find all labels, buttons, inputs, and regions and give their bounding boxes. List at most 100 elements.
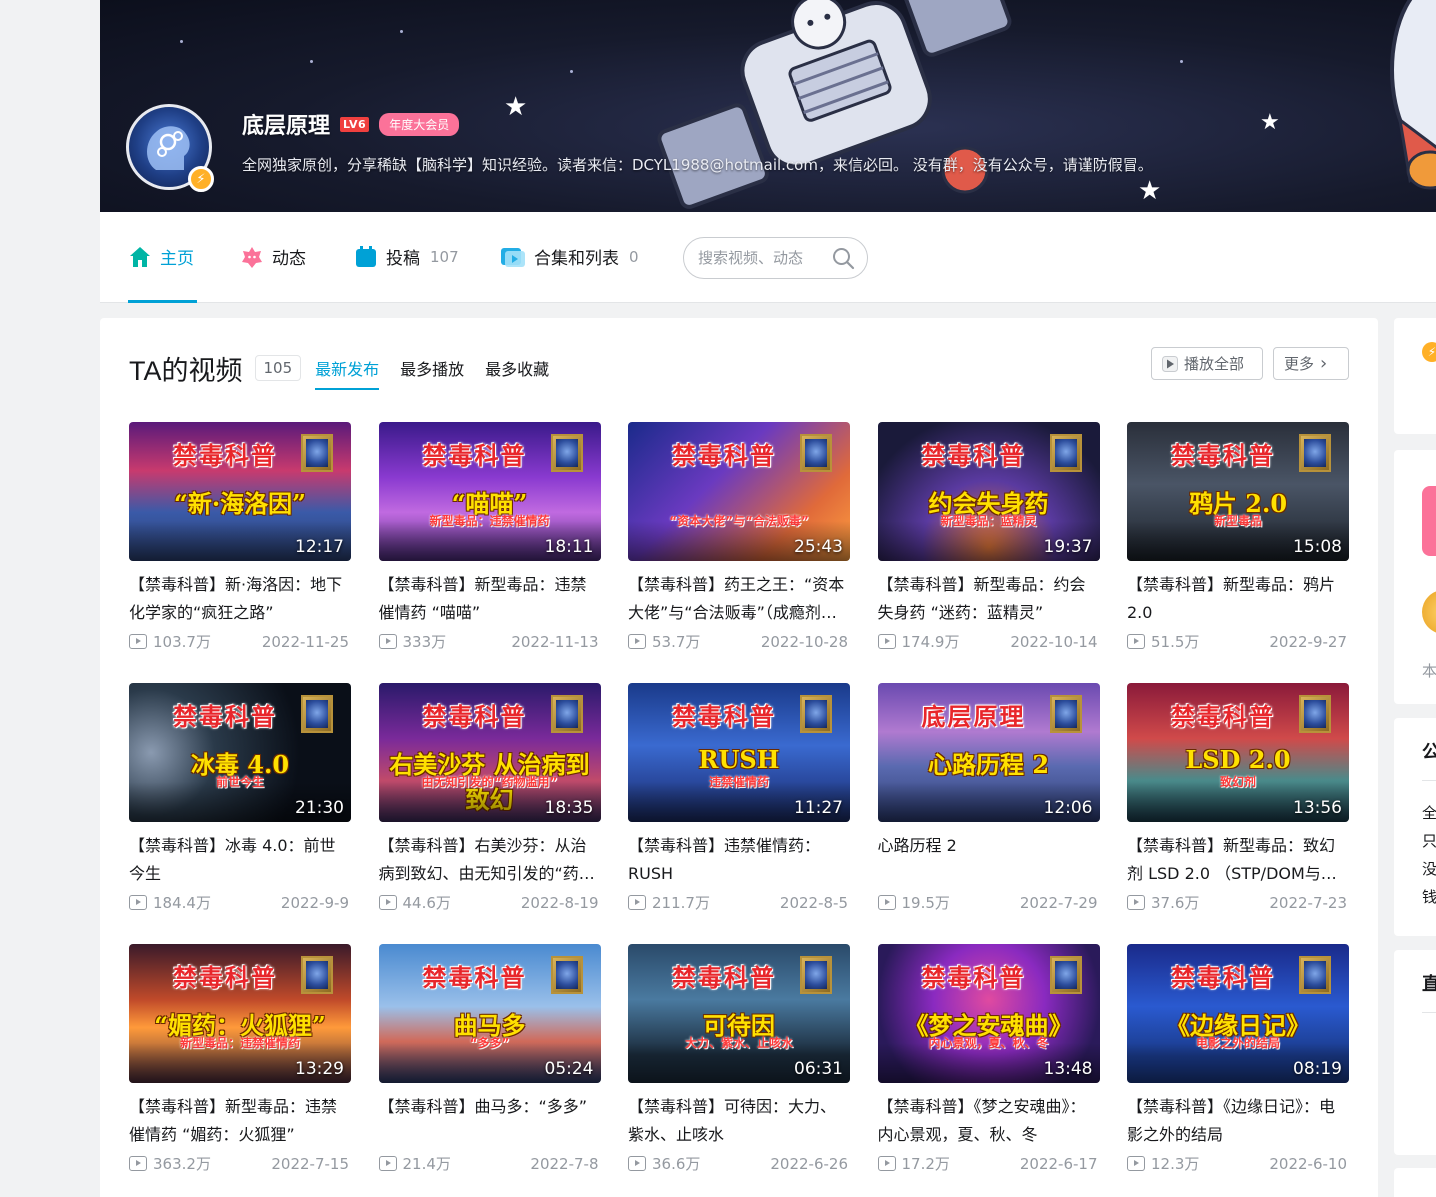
video-thumbnail[interactable]: 禁毒科普“喵喵”新型毒品：违禁催情药18:11 [378, 422, 601, 561]
video-thumbnail[interactable]: 禁毒科普 “新·海洛因” 12:17 [129, 422, 351, 561]
video-card[interactable]: 禁毒科普右美沙芬 从治病到致幻由无知引发的“药物滥用”18:35 【禁毒科普】右美… [378, 683, 601, 944]
level-badge: LV6 [340, 116, 370, 132]
thumbnail-tag: 禁毒科普 [672, 441, 776, 470]
video-thumbnail[interactable]: 禁毒科普曲马多“多多”05:24 [378, 944, 601, 1083]
play-count-icon [378, 895, 397, 910]
video-thumbnail[interactable]: 禁毒科普右美沙芬 从治病到致幻由无知引发的“药物滥用”18:35 [378, 683, 601, 822]
play-count: 211.7万 [652, 894, 710, 912]
search-input[interactable] [698, 249, 828, 267]
video-thumbnail[interactable]: 禁毒科普鸦片 2.0新型毒品15:08 [1127, 422, 1349, 561]
video-title[interactable]: 【禁毒科普】冰毒 4.0：前世今生 [129, 832, 351, 888]
video-title[interactable]: 心路历程 2 [878, 832, 1100, 888]
banner-illustration [657, 0, 1012, 209]
tab-dynamic[interactable]: 动态 [240, 244, 306, 269]
video-title[interactable]: 【禁毒科普】药王之王：“资本大佬”与“合法贩毒”（成瘾剂量：奥施康定） [628, 571, 850, 627]
username[interactable]: 底层原理 [242, 108, 330, 140]
video-title[interactable]: 【禁毒科普】《边缘日记》：电影之外的结局 [1127, 1093, 1349, 1149]
thumbnail-tag: 禁毒科普 [921, 963, 1026, 992]
video-title[interactable]: 【禁毒科普】可待因：大力、紫水、止咳水 [628, 1093, 850, 1149]
play-count: 53.7万 [652, 633, 701, 651]
video-duration: 25:43 [794, 537, 843, 557]
portrait-frame-icon [800, 434, 832, 472]
search-icon[interactable] [831, 246, 855, 270]
video-title[interactable]: 【禁毒科普】新型毒品：致幻剂 LSD 2.0 （STP/DOM与嬉皮士运动） [1127, 832, 1349, 888]
play-count-icon [129, 634, 147, 649]
video-title[interactable]: 【禁毒科普】《梦之安魂曲》：内心景观，夏、秋、冬 [878, 1093, 1100, 1149]
video-thumbnail[interactable]: 禁毒科普可待因大力、紫水、止咳水06:31 [628, 944, 850, 1083]
publish-date: 2022-8-5 [779, 893, 848, 912]
user-bio: 全网独家原创，分享稀缺【脑科学】知识经验。读者来信：DCYL1988@hotma… [242, 156, 1153, 174]
video-thumbnail[interactable]: 底层原理 心路历程 2 12:06 [877, 683, 1100, 822]
video-card[interactable]: 禁毒科普“资本大佬”与“合法贩毒”25:43 【禁毒科普】药王之王：“资本大佬”与… [628, 422, 850, 683]
video-thumbnail[interactable]: 禁毒科普LSD 2.0致幻剂13:56 [1127, 683, 1349, 822]
video-card[interactable]: 底层原理 心路历程 2 12:06 心路历程 2 19.5万 2022-7-29 [877, 683, 1100, 944]
collection-icon [501, 247, 525, 267]
thumbnail-headline: RUSH [698, 745, 780, 774]
video-thumbnail[interactable]: 禁毒科普约会失身药新型毒品：蓝精灵19:37 [877, 422, 1100, 561]
video-title[interactable]: 【禁毒科普】新型毒品：鸦片 2.0 [1127, 571, 1349, 627]
search-box[interactable] [683, 237, 868, 279]
tab-home[interactable]: 主页 [128, 244, 194, 269]
thumbnail-tag: 禁毒科普 [173, 963, 277, 992]
video-card[interactable]: 禁毒科普约会失身药新型毒品：蓝精灵19:37 【禁毒科普】新型毒品：约会失身药 “… [877, 422, 1100, 683]
sort-tab[interactable]: 最新发布 [315, 356, 380, 390]
more-button[interactable]: 更多 › [1273, 347, 1349, 380]
video-thumbnail[interactable]: 禁毒科普RUSH违禁催情药11:27 [628, 683, 850, 822]
publish-date: 2022-9-9 [280, 893, 349, 912]
video-title[interactable]: 【禁毒科普】曲马多：“多多” [379, 1093, 601, 1149]
play-all-button[interactable]: 播放全部 [1151, 347, 1263, 380]
video-card[interactable]: 禁毒科普可待因大力、紫水、止咳水06:31 【禁毒科普】可待因：大力、紫水、止咳水… [628, 944, 850, 1197]
publish-date: 2022-11-13 [511, 632, 599, 651]
collections-count: 0 [629, 247, 639, 266]
sort-tab[interactable]: 最多收藏 [485, 356, 549, 390]
sort-tab[interactable]: 最多播放 [400, 356, 464, 390]
announcement-title: 公 [1422, 742, 1436, 763]
video-thumbnail[interactable]: 禁毒科普“资本大佬”与“合法贩毒”25:43 [628, 422, 850, 561]
side-pink-button[interactable] [1422, 486, 1436, 556]
video-thumbnail[interactable]: 禁毒科普《梦之安魂曲》内心景观，夏、秋、冬13:48 [877, 944, 1100, 1083]
video-title[interactable]: 【禁毒科普】新·海洛因：地下化学家的“疯狂之路” [129, 571, 351, 627]
video-duration: 18:11 [544, 537, 594, 557]
play-count-icon [129, 1156, 147, 1171]
play-count: 363.2万 [153, 1155, 211, 1173]
video-card[interactable]: 禁毒科普“媚药：火狐狸”新型毒品：违禁催情药13:29 【禁毒科普】新型毒品：违禁… [129, 944, 351, 1197]
play-count: 333万 [402, 633, 447, 651]
video-card[interactable]: 禁毒科普冰毒 4.0前世今生21:30 【禁毒科普】冰毒 4.0：前世今生 184.… [129, 683, 351, 944]
play-count: 37.6万 [1151, 894, 1200, 912]
tab-posts[interactable]: 投稿 107 [354, 244, 459, 269]
star-icon: ★ [1260, 110, 1280, 135]
play-count: 184.4万 [153, 894, 211, 912]
thumbnail-tag: 底层原理 [921, 702, 1026, 731]
video-thumbnail[interactable]: 禁毒科普《边缘日记》电影之外的结局08:19 [1127, 944, 1349, 1083]
video-duration: 12:06 [1043, 798, 1093, 818]
video-thumbnail[interactable]: 禁毒科普冰毒 4.0前世今生21:30 [129, 683, 351, 822]
play-count-icon [129, 895, 147, 910]
tab-collections[interactable]: 合集和列表 0 [500, 244, 639, 269]
side-avatar[interactable] [1422, 590, 1436, 634]
video-card[interactable]: 禁毒科普RUSH违禁催情药11:27 【禁毒科普】违禁催情药：RUSH 211.7万… [628, 683, 850, 944]
play-count: 36.6万 [652, 1155, 701, 1173]
thumbnail-tag: 禁毒科普 [422, 702, 527, 731]
side-card-4: 直 [1394, 950, 1436, 1155]
vip-badge[interactable]: 年度大会员 [379, 112, 460, 136]
dynamic-icon [242, 246, 262, 268]
video-card[interactable]: 禁毒科普LSD 2.0致幻剂13:56 【禁毒科普】新型毒品：致幻剂 LSD 2.… [1127, 683, 1349, 944]
video-title[interactable]: 【禁毒科普】新型毒品：违禁催情药 “媚药：火狐狸” [129, 1093, 351, 1149]
video-card[interactable]: 禁毒科普曲马多“多多”05:24 【禁毒科普】曲马多：“多多” 21.4万 2022-… [378, 944, 601, 1197]
video-title[interactable]: 【禁毒科普】新型毒品：约会失身药 “迷药：蓝精灵” [878, 571, 1100, 627]
video-title[interactable]: 【禁毒科普】右美沙芬：从治病到致幻、由无知引发的“药物滥用” [379, 832, 601, 888]
video-title[interactable]: 【禁毒科普】违禁催情药：RUSH [628, 832, 850, 888]
video-thumbnail[interactable]: 禁毒科普“媚药：火狐狸”新型毒品：违禁催情药13:29 [129, 944, 351, 1083]
publish-date: 2022-10-14 [1010, 632, 1098, 651]
video-card[interactable]: 禁毒科普鸦片 2.0新型毒品15:08 【禁毒科普】新型毒品：鸦片 2.0 51.5… [1127, 422, 1349, 683]
video-card[interactable]: 禁毒科普 “新·海洛因” 12:17 【禁毒科普】新·海洛因：地下化学家的“疯狂之路”… [129, 422, 351, 683]
avatar[interactable]: ⚡ [126, 104, 214, 192]
portrait-frame-icon [550, 434, 583, 472]
video-card[interactable]: 禁毒科普《梦之安魂曲》内心景观，夏、秋、冬13:48 【禁毒科普】《梦之安魂曲》：… [877, 944, 1100, 1197]
video-title[interactable]: 【禁毒科普】新型毒品：违禁催情药 “喵喵” [379, 571, 601, 627]
publish-date: 2022-9-27 [1269, 632, 1347, 651]
announcement-line: 钱 [1422, 888, 1436, 906]
video-card[interactable]: 禁毒科普“喵喵”新型毒品：违禁催情药18:11 【禁毒科普】新型毒品：违禁催情药 … [378, 422, 601, 683]
announcement-line: 全 [1422, 804, 1436, 822]
video-card[interactable]: 禁毒科普《边缘日记》电影之外的结局08:19 【禁毒科普】《边缘日记》：电影之外的… [1127, 944, 1349, 1197]
